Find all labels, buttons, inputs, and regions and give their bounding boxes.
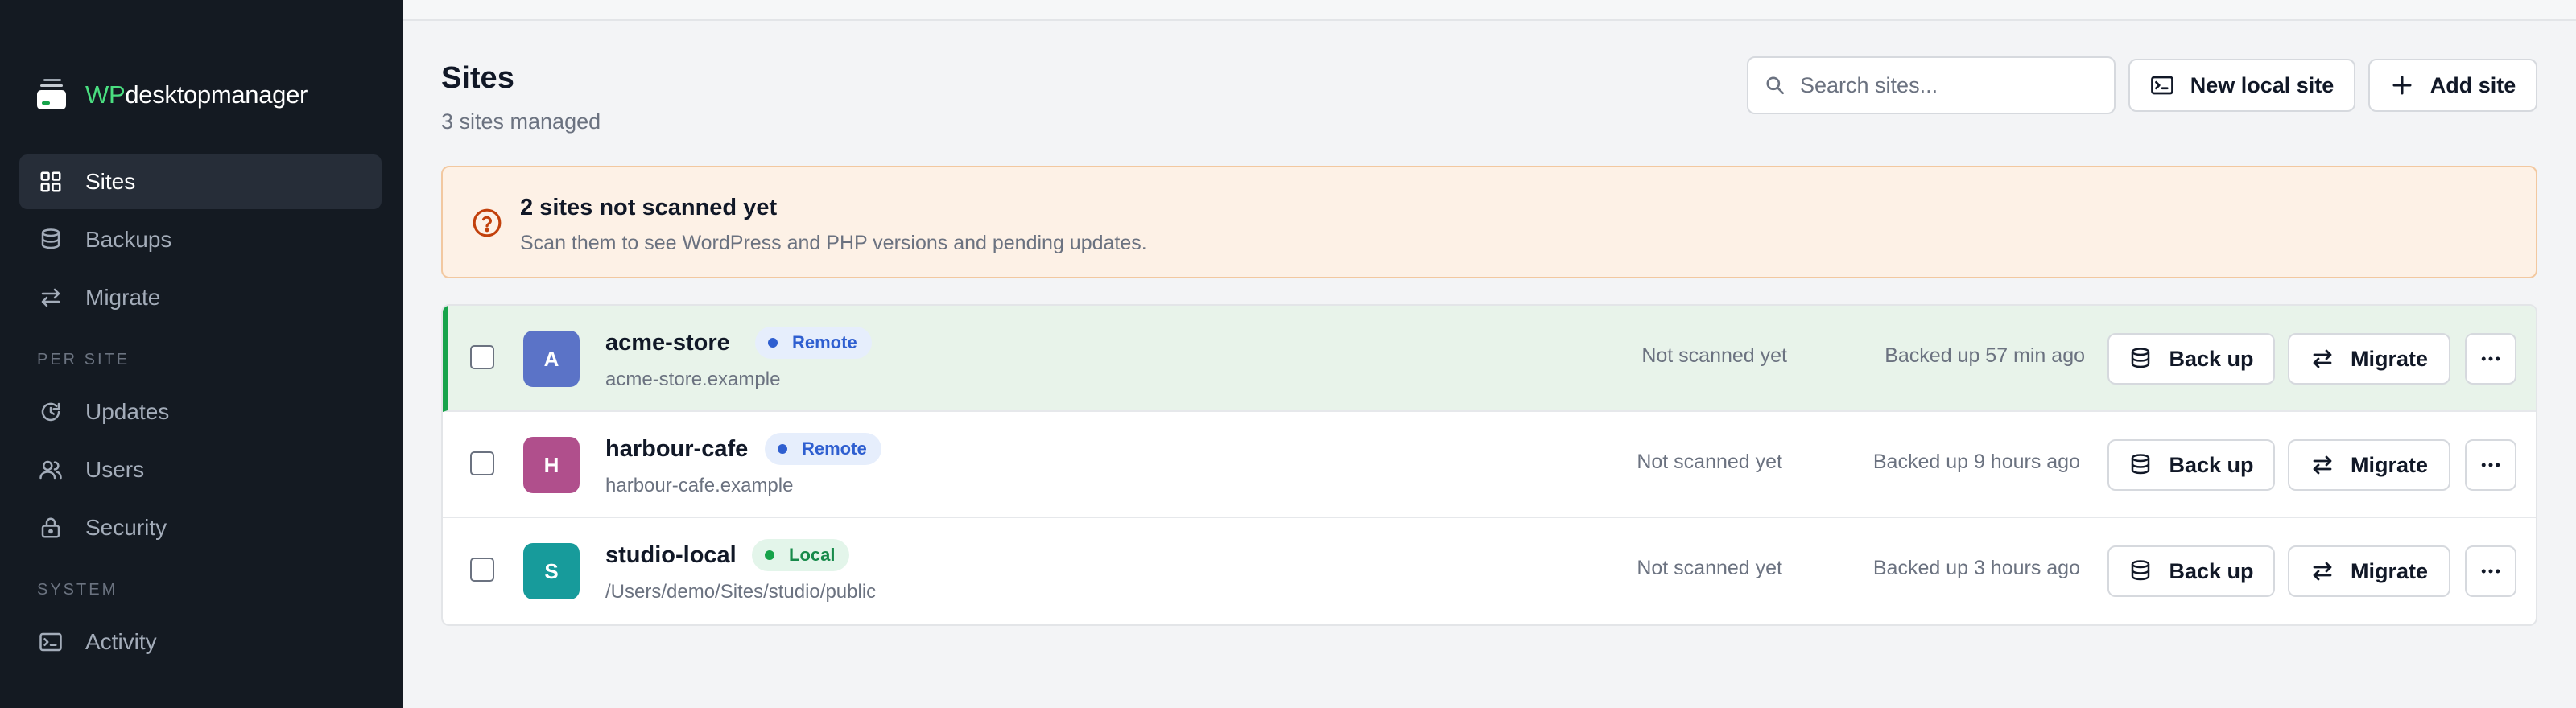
more-horizontal-icon <box>2481 463 2500 467</box>
migrate-label: Migrate <box>2350 346 2429 371</box>
site-row-acme-store[interactable]: A acme-store Remote acme-store.example N… <box>443 306 2536 412</box>
sidebar-item-migrate[interactable]: Migrate <box>19 270 382 325</box>
arrows-swap-icon <box>2313 349 2332 368</box>
backup-status: Backed up 9 hours ago <box>1872 451 2080 473</box>
top-bar <box>402 0 2576 21</box>
sidebar-item-backups[interactable]: Backups <box>19 212 382 267</box>
badge-label: Remote <box>792 332 857 352</box>
badge-label: Local <box>789 545 836 565</box>
database-icon <box>2132 560 2150 581</box>
not-scanned-alert: 2 sites not scanned yet Scan them to see… <box>441 166 2537 278</box>
plus-icon <box>2392 76 2412 95</box>
scan-status: Not scanned yet <box>1637 451 1782 473</box>
sidebar: WPdesktopmanager Sites Backups Migrate P… <box>0 0 402 708</box>
add-site-button[interactable]: Add site <box>2368 59 2537 112</box>
migrate-label: Migrate <box>2350 452 2429 477</box>
add-site-label: Add site <box>2429 72 2516 97</box>
back-up-label: Back up <box>2169 346 2254 371</box>
search-icon <box>1766 76 1785 95</box>
more-horizontal-icon <box>2481 356 2500 361</box>
question-circle-icon <box>473 208 502 237</box>
new-local-site-label: New local site <box>2190 72 2334 97</box>
row-checkbox[interactable] <box>470 345 494 369</box>
brand-logo[interactable]: WPdesktopmanager <box>35 77 308 113</box>
dot-icon <box>768 338 778 348</box>
status-badge: Remote <box>765 433 881 465</box>
search-input[interactable] <box>1800 72 2090 98</box>
more-horizontal-icon <box>2481 569 2500 574</box>
sidebar-item-label: Migrate <box>85 285 161 310</box>
sidebar-item-label: Sites <box>85 169 136 194</box>
back-up-label: Back up <box>2169 452 2254 477</box>
avatar: S <box>523 543 580 599</box>
sidebar-item-label: Users <box>85 457 145 482</box>
site-list: A acme-store Remote acme-store.example N… <box>441 304 2537 626</box>
sidebar-item-sites[interactable]: Sites <box>19 154 382 209</box>
users-icon <box>39 460 62 480</box>
site-row-harbour-cafe[interactable]: H harbour-cafe Remote harbour-cafe.examp… <box>443 412 2536 518</box>
site-name[interactable]: studio-local <box>605 542 737 569</box>
backup-status: Backed up 3 hours ago <box>1872 557 2080 579</box>
alert-text: Scan them to see WordPress and PHP versi… <box>520 232 1147 254</box>
row-checkbox[interactable] <box>470 558 494 582</box>
grid-icon <box>40 171 61 192</box>
sidebar-item-users[interactable]: Users <box>19 442 382 497</box>
migrate-label: Migrate <box>2350 558 2429 583</box>
sidebar-item-security[interactable]: Security <box>19 500 382 555</box>
site-url: harbour-cafe.example <box>605 475 794 496</box>
sidebar-item-label: Security <box>85 515 167 540</box>
database-icon <box>41 228 60 249</box>
status-badge: Remote <box>755 327 872 359</box>
alert-title: 2 sites not scanned yet <box>520 195 778 220</box>
new-local-site-button[interactable]: New local site <box>2128 59 2355 112</box>
system-section-label: SYSTEM <box>37 581 118 599</box>
refresh-clock-icon <box>41 402 60 422</box>
database-icon <box>2132 348 2150 368</box>
back-up-button[interactable]: Back up <box>2107 333 2275 385</box>
row-checkbox[interactable] <box>470 451 494 475</box>
arrows-swap-icon <box>2313 455 2332 475</box>
backup-status: Backed up 57 min ago <box>1885 344 2085 367</box>
dot-icon <box>765 550 774 560</box>
sidebar-item-label: Backups <box>85 227 172 252</box>
migrate-button[interactable]: Migrate <box>2288 333 2450 385</box>
terminal-icon <box>39 632 62 652</box>
badge-label: Remote <box>802 438 867 459</box>
sidebar-item-label: Updates <box>85 399 170 424</box>
sidebar-item-activity[interactable]: Activity <box>19 615 382 669</box>
page-subtitle: 3 sites managed <box>441 109 601 134</box>
site-row-studio-local[interactable]: S studio-local Local /Users/demo/Sites/s… <box>443 518 2536 624</box>
dot-icon <box>778 444 787 454</box>
site-url: /Users/demo/Sites/studio/public <box>605 581 877 603</box>
sidebar-item-updates[interactable]: Updates <box>19 385 382 439</box>
brand-name: WPdesktopmanager <box>85 80 308 109</box>
back-up-button[interactable]: Back up <box>2107 545 2275 597</box>
more-actions-button[interactable] <box>2465 439 2516 491</box>
more-actions-button[interactable] <box>2465 545 2516 597</box>
site-name[interactable]: harbour-cafe <box>605 436 748 463</box>
back-up-label: Back up <box>2169 558 2254 583</box>
terminal-window-icon <box>2150 76 2174 95</box>
more-actions-button[interactable] <box>2465 333 2516 385</box>
page-title: Sites <box>441 61 514 95</box>
migrate-button[interactable]: Migrate <box>2288 545 2450 597</box>
arrows-swap-icon <box>2313 562 2332 581</box>
status-badge: Local <box>752 539 850 571</box>
search-box[interactable] <box>1747 56 2116 114</box>
site-name[interactable]: acme-store <box>605 330 730 356</box>
scan-status: Not scanned yet <box>1637 557 1782 579</box>
lock-icon <box>41 517 60 538</box>
back-up-button[interactable]: Back up <box>2107 439 2275 491</box>
database-icon <box>2132 454 2150 475</box>
migrate-button[interactable]: Migrate <box>2288 439 2450 491</box>
per-site-section-label: PER SITE <box>37 351 130 368</box>
avatar: H <box>523 437 580 493</box>
scan-status: Not scanned yet <box>1641 344 1787 367</box>
arrows-swap-icon <box>41 288 60 307</box>
avatar: A <box>523 331 580 387</box>
site-url: acme-store.example <box>605 368 781 390</box>
wp-logo-icon <box>37 79 66 109</box>
sidebar-item-label: Activity <box>85 629 157 654</box>
